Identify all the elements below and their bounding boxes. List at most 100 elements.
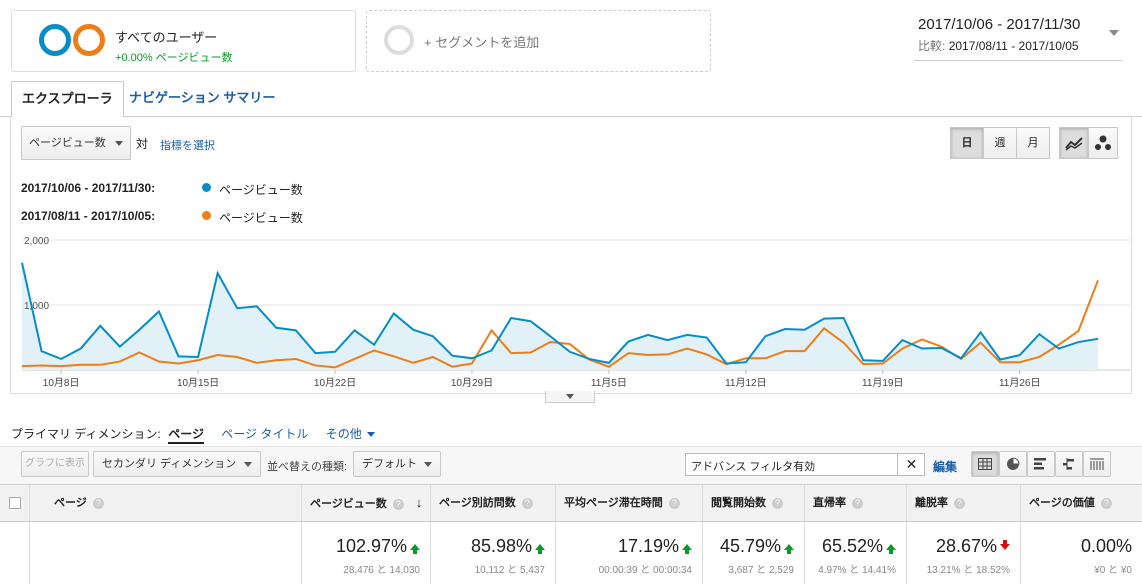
x-tick-label: 11月26日 <box>999 377 1041 389</box>
column-bounce-rate-label: 直帰率 <box>813 497 846 509</box>
y-tick-label: 2,000 <box>24 236 49 247</box>
totals-unique-pageviews-detail: 10,112 と 5,437 <box>474 565 545 576</box>
totals-pageviews-value: 102.97% <box>335 536 407 556</box>
totals-avg-time-value: 17.19% <box>617 536 679 556</box>
legend-blue-dot <box>202 183 211 192</box>
compare-view-button[interactable] <box>1055 451 1083 477</box>
totals-page-value-detail: ¥0 と ¥0 <box>1094 565 1132 576</box>
totals-entrances-value: 45.79% <box>719 536 781 556</box>
totals-page-value: 0.00% ¥0 と ¥0 <box>1021 522 1142 584</box>
segment-subtitle: +0.00% ページビュー数 <box>115 52 233 64</box>
compare-range: 2017/08/11 - 2017/10/05 <box>948 39 1079 53</box>
pie-view-button[interactable] <box>999 451 1027 477</box>
totals-avg-time-detail: 00:00:39 と 00:00:34 <box>598 565 692 576</box>
pivot-view-button[interactable] <box>1083 451 1111 477</box>
help-icon[interactable]: ? <box>521 497 533 509</box>
trend-up-icon <box>535 544 545 555</box>
column-exit-rate-label: 離脱率 <box>915 497 948 509</box>
column-page[interactable]: ページ? <box>30 485 302 521</box>
y-tick-label: 1,000 <box>24 301 49 312</box>
date-range-main[interactable]: 2017/10/06 - 2017/11/30 <box>918 16 1080 33</box>
column-avg-time-label: 平均ページ滞在時間 <box>564 497 663 509</box>
totals-pageviews: 102.97% 28,476 と 14,030 <box>302 522 431 584</box>
segment-orange-ring-icon <box>73 24 105 56</box>
filter-value: アドバンス フィルタ有効 <box>691 461 816 473</box>
clear-filter-icon[interactable]: ✕ <box>897 454 925 475</box>
period-week-button[interactable]: 週 <box>983 127 1017 159</box>
edit-filter-link[interactable]: 編集 <box>933 458 957 475</box>
line-chart-toggle[interactable] <box>1059 127 1089 159</box>
sort-type-value: デフォルト <box>362 458 417 470</box>
column-bounce-rate[interactable]: 直帰率? <box>805 485 907 521</box>
advanced-filter-field[interactable]: アドバンス フィルタ有効 ✕ <box>685 453 925 476</box>
help-icon[interactable]: ? <box>1100 497 1112 509</box>
plot-rows-button[interactable]: グラフに表示 <box>21 451 89 477</box>
table-view-button[interactable] <box>971 451 999 477</box>
select-metric-link[interactable]: 指標を選択 <box>160 137 215 153</box>
compare-label: 比較: <box>918 39 946 53</box>
x-tick-label: 10月15日 <box>177 377 219 389</box>
column-entrances-label: 閲覧開始数 <box>711 497 766 509</box>
bubble-chart-icon <box>1095 135 1111 150</box>
column-avg-time[interactable]: 平均ページ滞在時間? <box>556 485 703 521</box>
select-all-checkbox[interactable] <box>9 497 21 509</box>
dimension-page-title-link[interactable]: ページ タイトル <box>221 427 308 441</box>
help-icon[interactable]: ? <box>668 497 680 509</box>
sort-label: 並べ替えの種類: <box>267 461 348 473</box>
dimension-page-active[interactable]: ページ <box>168 427 204 444</box>
trend-down-icon <box>1000 540 1010 551</box>
legend-compare-metric: ページビュー数 <box>219 211 303 225</box>
help-icon[interactable]: ? <box>954 497 965 509</box>
help-icon[interactable]: ? <box>772 497 783 509</box>
secondary-dimension-select[interactable]: セカンダリ ディメンション <box>93 451 261 477</box>
column-page-value[interactable]: ページの価値? <box>1021 485 1142 521</box>
column-page-label: ページ <box>54 497 87 509</box>
bar-view-button[interactable] <box>1027 451 1055 477</box>
column-entrances[interactable]: 閲覧開始数? <box>703 485 805 521</box>
segment-card-all-users[interactable]: すべてのユーザー +0.00% ページビュー数 <box>11 10 356 72</box>
column-unique-pageviews[interactable]: ページ別訪問数? <box>431 485 556 521</box>
empty-segment-ring-icon <box>384 25 414 55</box>
x-tick-label: 11月19日 <box>862 377 904 389</box>
totals-empty-cell <box>0 522 30 584</box>
totals-entrances: 45.79% 3,687 と 2,529 <box>703 522 805 584</box>
chart-collapse-tab[interactable] <box>545 391 595 403</box>
secondary-dimension-label: セカンダリ ディメンション <box>102 458 237 470</box>
tab-explorer[interactable]: エクスプローラ <box>11 81 124 117</box>
add-segment-card[interactable]: + セグメントを追加 <box>366 10 711 72</box>
help-icon[interactable]: ? <box>852 497 863 509</box>
chevron-down-icon <box>115 141 123 146</box>
column-exit-rate[interactable]: 離脱率? <box>907 485 1021 521</box>
metric-select[interactable]: ページビュー数 <box>21 126 131 160</box>
x-tick-label: 11月5日 <box>591 377 627 389</box>
totals-avg-time: 17.19% 00:00:39 と 00:00:34 <box>556 522 703 584</box>
motion-chart-toggle[interactable] <box>1088 127 1118 159</box>
period-month-button[interactable]: 月 <box>1016 127 1050 159</box>
help-icon[interactable]: ? <box>92 497 104 509</box>
segment-blue-ring-icon <box>39 24 71 56</box>
totals-page-cell <box>30 522 302 584</box>
date-dropdown-icon[interactable] <box>1109 30 1119 36</box>
segment-title: すべてのユーザー <box>115 30 218 45</box>
help-icon[interactable]: ? <box>392 498 404 510</box>
column-page-value-label: ページの価値 <box>1029 497 1095 509</box>
sort-type-select[interactable]: デフォルト <box>353 451 441 477</box>
totals-bounce-rate-value: 65.52% <box>821 536 883 556</box>
totals-bounce-rate-detail: 4.97% と 14.41% <box>818 565 896 576</box>
current-series-area <box>22 262 1098 370</box>
x-tick-label: 10月22日 <box>314 377 356 389</box>
date-range-compare: 比較: 2017/08/11 - 2017/10/05 <box>918 37 1079 54</box>
column-pageviews[interactable]: ページビュー数? ↓ <box>302 485 431 521</box>
totals-entrances-detail: 3,687 と 2,529 <box>728 565 794 576</box>
other-dropdown-icon[interactable] <box>367 432 376 438</box>
sort-desc-icon[interactable]: ↓ <box>416 495 423 510</box>
table-header: ページ? ページビュー数? ↓ ページ別訪問数? 平均ページ滞在時間? 閲覧開始数… <box>0 484 1142 522</box>
dimension-other-link[interactable]: その他 <box>326 427 362 441</box>
period-day-button[interactable]: 日 <box>950 127 984 159</box>
trend-up-icon <box>410 544 420 555</box>
metric-select-label: ページビュー数 <box>29 137 106 149</box>
tab-navigation-summary[interactable]: ナビゲーション サマリー <box>119 81 285 117</box>
totals-bounce-rate: 65.52% 4.97% と 14.41% <box>805 522 907 584</box>
totals-exit-rate: 28.67% 13.21% と 18.52% <box>907 522 1021 584</box>
collapse-arrow-icon <box>566 394 574 399</box>
